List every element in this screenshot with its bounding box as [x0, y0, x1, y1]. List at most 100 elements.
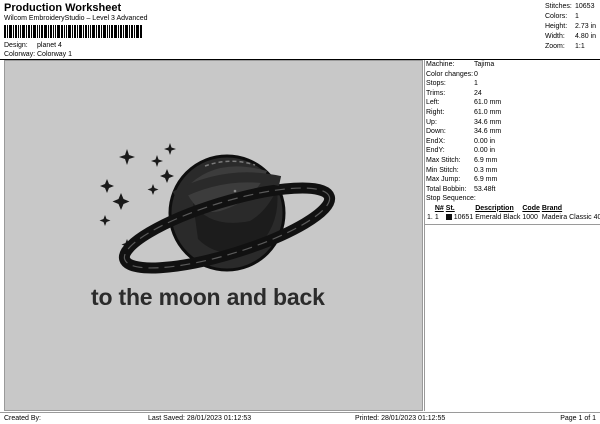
stat-value: 2.73 in — [575, 23, 597, 30]
info-value: 53.48ft — [474, 185, 496, 193]
star-icon — [151, 155, 163, 167]
design-label: Design: — [4, 42, 28, 49]
info-label: Left: — [426, 99, 440, 107]
info-row: Color changes: 0 — [425, 70, 600, 80]
stat-value: 1 — [575, 13, 579, 20]
info-row: Total Bobbin: 53.48ft — [425, 185, 600, 195]
col-st: St. — [445, 204, 455, 212]
info-label: Trims: — [426, 89, 446, 97]
star-icon — [119, 149, 135, 165]
info-label: EndY: — [426, 147, 445, 155]
stat-row: Width: 4.80 in — [545, 32, 598, 42]
info-value: 34.6 mm — [474, 118, 502, 126]
design-preview: to the moon and back — [4, 60, 423, 411]
info-row: EndY: 0.00 in — [425, 146, 600, 156]
star-icon — [99, 215, 111, 226]
info-label: Max Stitch: — [426, 156, 461, 164]
star-icon — [112, 193, 130, 210]
last-saved: Last Saved: 28/01/2023 01:12:53 — [148, 415, 252, 422]
info-label: Up: — [426, 118, 437, 126]
info-value: 6.9 mm — [474, 156, 498, 164]
stop-sequence-label: Stop Sequence: — [426, 195, 476, 203]
col-n: N# — [434, 204, 444, 212]
info-value: 6.9 mm — [474, 176, 498, 184]
info-row: Right: 61.0 mm — [425, 108, 600, 118]
info-row: Max Jump: 6.9 mm — [425, 175, 600, 185]
info-label: Max Jump: — [426, 176, 461, 184]
stat-label: Zoom: — [545, 43, 565, 50]
star-icon — [147, 184, 159, 195]
info-row: Stops: 1 — [425, 79, 600, 89]
row-stitches: 10651 — [445, 213, 474, 222]
info-label: Min Stitch: — [426, 166, 459, 174]
stop-sequence-table: N# St. Description Code Brand 1. 1 10651… — [426, 204, 600, 222]
star-icon — [160, 169, 174, 183]
page-number: Page 1 of 1 — [560, 415, 596, 422]
row-index: 1. — [427, 213, 433, 221]
stat-value: 4.80 in — [575, 33, 597, 40]
design-value: planet 4 — [37, 42, 62, 49]
info-label: Total Bobbin: — [426, 185, 467, 193]
info-value: 61.0 mm — [474, 108, 502, 116]
star-icon — [100, 179, 114, 193]
info-row: Down: 34.6 mm — [425, 127, 600, 137]
design-lettering: to the moon and back — [91, 284, 325, 310]
info-value: 1 — [474, 80, 478, 88]
col-description: Description — [475, 204, 514, 212]
info-label: Stops: — [426, 80, 446, 88]
stat-row: Stitches: 10653 — [545, 2, 598, 12]
info-value: Tajima — [474, 61, 495, 68]
design-name-row: Design: planet 4 — [4, 42, 62, 49]
info-value: 0 — [474, 70, 478, 78]
info-label: Color changes: — [426, 70, 474, 78]
info-row: Machine: Tajima — [425, 60, 600, 70]
stop-table-header: N# St. Description Code Brand — [426, 204, 600, 213]
printed-date: Printed: 28/01/2023 01:12:55 — [355, 415, 446, 422]
stat-value: 1:1 — [575, 43, 585, 50]
info-row: Left: 61.0 mm — [425, 98, 600, 108]
row-code: 1000 — [522, 213, 538, 221]
stat-label: Colors: — [545, 13, 568, 20]
info-label: Right: — [426, 108, 445, 116]
stop-sequence-title: Stop Sequence: — [425, 194, 600, 204]
colorway-label: Colorway: — [4, 51, 36, 58]
stat-row: Zoom: 1:1 — [545, 42, 598, 52]
info-value: 24 — [474, 89, 482, 97]
worksheet-title: Production Worksheet — [4, 2, 122, 14]
worksheet-footer: Created By: Last Saved: 28/01/2023 01:12… — [0, 412, 600, 424]
row-description: Emerald Black — [475, 213, 521, 221]
info-value: 34.6 mm — [474, 128, 502, 136]
stat-label: Height: — [545, 23, 568, 30]
table-row: 1. 1 10651 Emerald Black 1000 Madeira Cl… — [426, 213, 600, 222]
worksheet-header: Production Worksheet Wilcom EmbroiderySt… — [0, 0, 600, 60]
info-value: 0.00 in — [474, 137, 496, 145]
info-row: Trims: 24 — [425, 89, 600, 99]
star-icon — [164, 143, 176, 155]
colorway-row: Colorway: Colorway 1 — [4, 51, 72, 58]
created-by: Created By: — [4, 415, 41, 422]
design-info-panel: Machine: Tajima Color changes: 0 Stops: 1 Trim… — [424, 60, 600, 411]
colorway-value: Colorway 1 — [37, 51, 73, 58]
info-row: Max Stitch: 6.9 mm — [425, 156, 600, 166]
info-label: Machine: — [426, 61, 455, 68]
stat-value: 10653 — [575, 3, 595, 10]
stat-label: Stitches: — [545, 3, 572, 10]
col-brand: Brand — [541, 204, 563, 212]
info-row: Min Stitch: 0.3 mm — [425, 166, 600, 176]
info-row: Up: 34.6 mm — [425, 118, 600, 128]
info-value: 61.0 mm — [474, 99, 502, 107]
info-label: EndX: — [426, 137, 446, 145]
planet-embroidery-artwork — [99, 143, 336, 274]
info-label: Down: — [426, 128, 446, 136]
row-stitch-count: 10651 — [453, 213, 474, 221]
row-n: 1 — [434, 213, 439, 221]
software-subtitle: Wilcom EmbroideryStudio – Level 3 Advanc… — [4, 15, 148, 22]
worksheet-page: Production Worksheet Wilcom EmbroiderySt… — [0, 0, 600, 424]
stat-label: Width: — [545, 33, 565, 40]
row-brand: Madeira Classic 40 — [541, 213, 600, 221]
info-value: 0.00 in — [474, 147, 496, 155]
col-code: Code — [522, 204, 540, 212]
stat-row: Colors: 1 — [545, 12, 598, 22]
info-row: EndX: 0.00 in — [425, 137, 600, 147]
design-stats: Stitches: 10653 Colors: 1 Height: 2.73 in W… — [545, 2, 598, 52]
